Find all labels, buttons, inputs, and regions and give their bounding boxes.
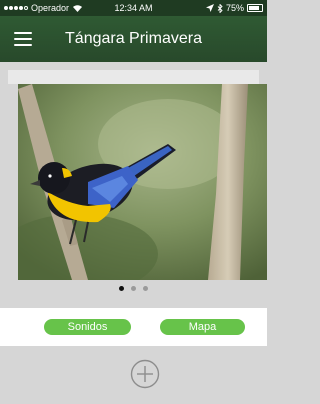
status-bar: Operador 12:34 AM 75%: [0, 0, 267, 16]
bluetooth-icon: [217, 3, 223, 13]
nav-bar: Tángara Primavera: [0, 16, 267, 62]
gallery-pager[interactable]: [0, 286, 267, 291]
bird-illustration: [18, 84, 267, 280]
status-right: 75%: [205, 0, 263, 16]
location-arrow-icon: [205, 4, 214, 12]
pager-dot[interactable]: [143, 286, 148, 291]
plus-circle-icon: [130, 359, 160, 389]
page-title: Tángara Primavera: [65, 30, 202, 47]
battery-percent: 75%: [225, 3, 244, 13]
battery-icon: [247, 4, 263, 12]
sounds-button[interactable]: Sonidos: [44, 319, 131, 335]
card-background: [8, 70, 259, 84]
pager-dot[interactable]: [131, 286, 136, 291]
bird-photo[interactable]: [18, 84, 267, 280]
add-button[interactable]: [130, 359, 160, 389]
action-bar: Sonidos Mapa: [0, 308, 267, 346]
map-button[interactable]: Mapa: [160, 319, 245, 335]
pager-dot-active[interactable]: [119, 286, 124, 291]
